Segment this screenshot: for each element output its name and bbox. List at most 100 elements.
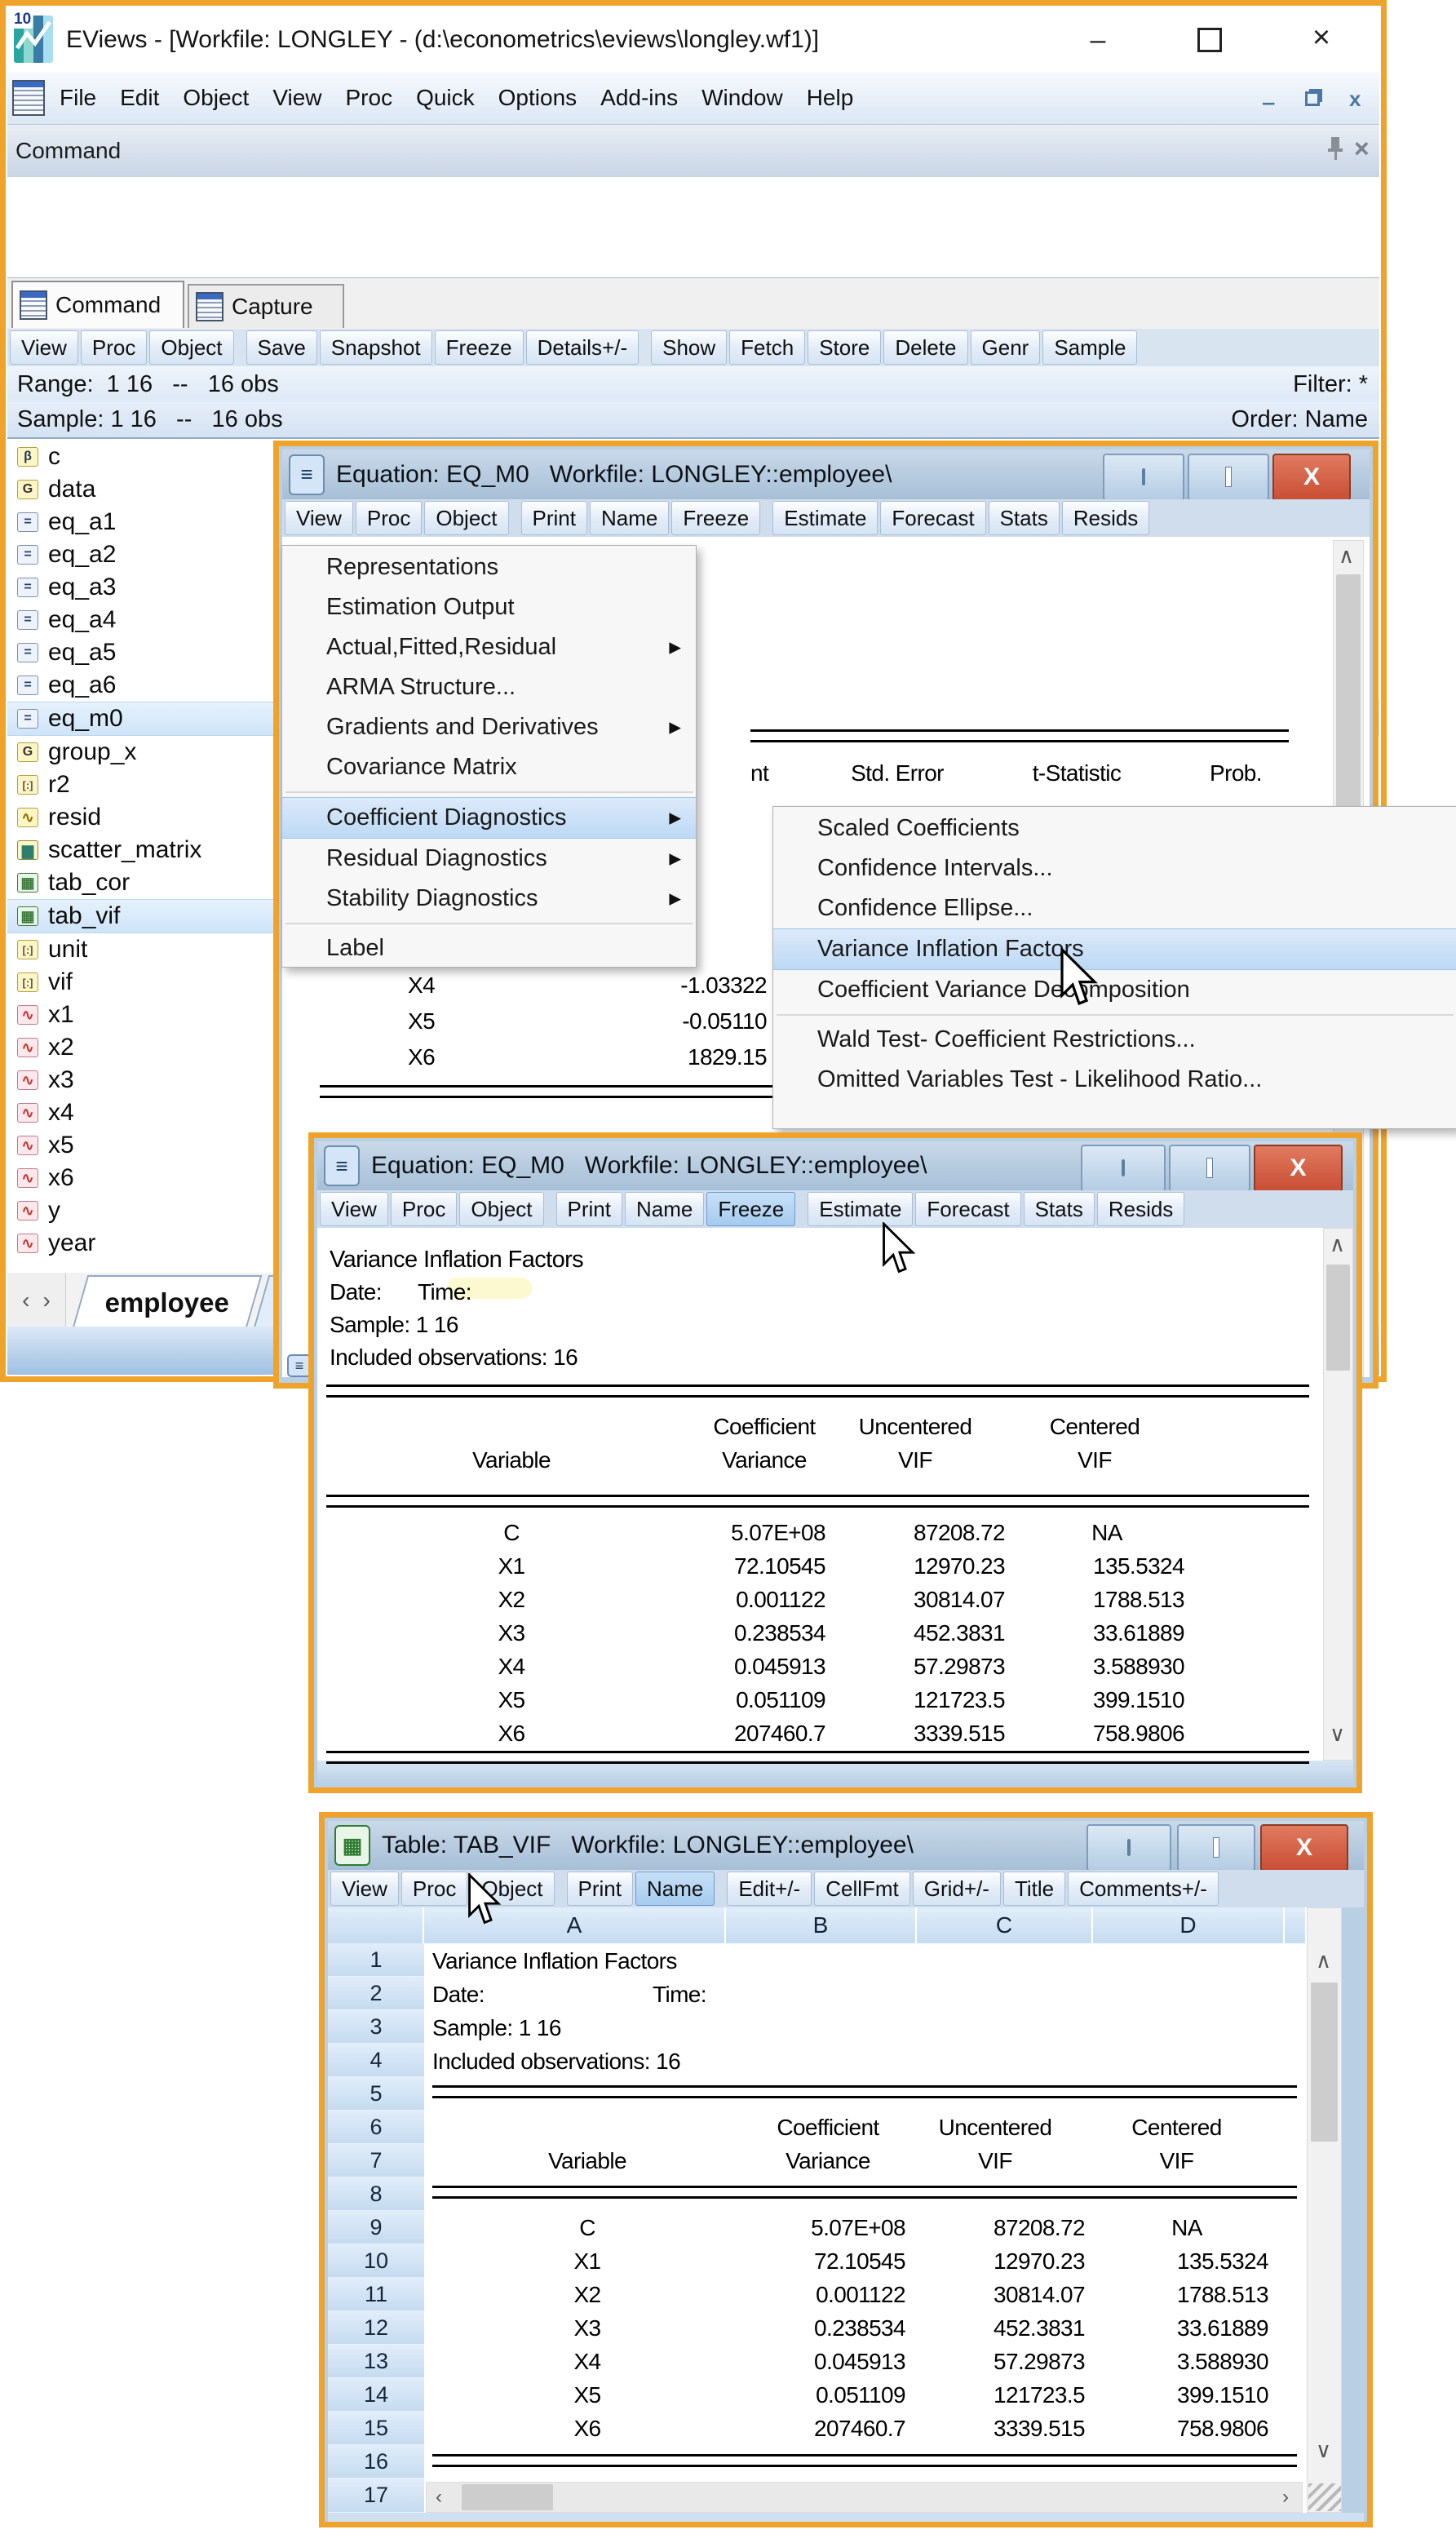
row-header-15[interactable]: 15	[328, 2412, 424, 2445]
row-header-1[interactable]: 1	[328, 1943, 424, 1977]
command-pane-close-icon[interactable]: ×	[1354, 134, 1377, 157]
eq1-view-button[interactable]: View	[285, 501, 353, 535]
table-scroll-right-icon[interactable]: ›	[1282, 2487, 1289, 2508]
submenu-item-variance-inflation-factors[interactable]: Variance Inflation Factors	[773, 928, 1456, 970]
eq1-estimate-button[interactable]: Estimate	[772, 501, 878, 535]
cell-a3[interactable]: Sample: 1 16	[432, 2015, 561, 2041]
table-maximize-button[interactable]	[1177, 1824, 1255, 1872]
table-edit-button[interactable]: Edit+/-	[727, 1872, 812, 1906]
menu-edit[interactable]: Edit	[120, 85, 159, 111]
wf-save-button[interactable]: Save	[246, 330, 317, 365]
pin-icon[interactable]	[1325, 135, 1346, 162]
row-header-5[interactable]: 5	[328, 2077, 424, 2111]
eq2-close-button[interactable]	[1254, 1145, 1343, 1192]
table-grid-button[interactable]: Grid+/-	[913, 1872, 1001, 1906]
row-header-16[interactable]: 16	[328, 2445, 424, 2479]
menubar-close-icon[interactable]: x	[1349, 86, 1369, 106]
row-header-11[interactable]: 11	[328, 2278, 424, 2311]
column-header-a[interactable]: A	[424, 1907, 726, 1943]
eq1-resids-button[interactable]: Resids	[1062, 501, 1149, 535]
eq2-estimate-button[interactable]: Estimate	[808, 1192, 913, 1226]
resize-grip[interactable]	[1308, 2483, 1341, 2511]
menu-item-residual-diagnostics[interactable]: Residual Diagnostics	[282, 839, 696, 879]
table-proc-button[interactable]: Proc	[401, 1872, 467, 1906]
table-view-button[interactable]: View	[330, 1872, 399, 1906]
eq2-print-button[interactable]: Print	[556, 1192, 622, 1226]
table-comments-button[interactable]: Comments+/-	[1068, 1872, 1219, 1906]
wf-freeze-button[interactable]: Freeze	[435, 330, 524, 365]
cell-a4[interactable]: Included observations: 16	[432, 2049, 680, 2075]
row-header-17[interactable]: 17	[328, 2479, 424, 2513]
menu-quick[interactable]: Quick	[416, 85, 475, 111]
menu-proc[interactable]: Proc	[346, 85, 393, 111]
row-header-6[interactable]: 6	[328, 2111, 424, 2144]
submenu-item-omitted-variables-test[interactable]: Omitted Variables Test - Likelihood Rati…	[773, 1060, 1456, 1100]
table-scroll-left-icon[interactable]: ‹	[436, 2487, 442, 2508]
submenu-item-scaled-coefficients[interactable]: Scaled Coefficients	[773, 808, 1456, 848]
eq2-vscroll-thumb[interactable]	[1326, 1265, 1350, 1371]
eq2-minimize-button[interactable]	[1081, 1145, 1166, 1192]
wf-details-button[interactable]: Details+/-	[526, 330, 639, 365]
menu-window[interactable]: Window	[701, 85, 783, 111]
eq1-scroll-up-icon[interactable]: ∧	[1339, 545, 1354, 566]
menu-item-arma-structure[interactable]: ARMA Structure...	[282, 667, 696, 707]
submenu-item-wald-test[interactable]: Wald Test- Coefficient Restrictions...	[773, 1020, 1456, 1060]
eq2-stats-button[interactable]: Stats	[1024, 1192, 1095, 1226]
submenu-item-confidence-intervals[interactable]: Confidence Intervals...	[773, 848, 1456, 888]
page-next-icon[interactable]: ›	[43, 1287, 51, 1314]
column-header-d[interactable]: D	[1093, 1907, 1285, 1943]
submenu-item-confidence-ellipse[interactable]: Confidence Ellipse...	[773, 888, 1456, 928]
menu-options[interactable]: Options	[498, 85, 578, 111]
row-header-3[interactable]: 3	[328, 2010, 424, 2044]
menu-item-label[interactable]: Label	[282, 928, 696, 968]
row-header-12[interactable]: 12	[328, 2311, 424, 2345]
table-name-button[interactable]: Name	[635, 1872, 715, 1906]
cell-a1[interactable]: Variance Inflation Factors	[432, 1948, 677, 1974]
menu-item-gradients-derivatives[interactable]: Gradients and Derivatives	[282, 707, 696, 747]
wf-snapshot-button[interactable]: Snapshot	[320, 330, 432, 365]
table-scroll-up-icon[interactable]: ∧	[1316, 1950, 1331, 1971]
menu-item-actual-fitted-residual[interactable]: Actual,Fitted,Residual	[282, 627, 696, 667]
eq1-object-button[interactable]: Object	[424, 501, 508, 535]
table-cellfmt-button[interactable]: CellFmt	[814, 1872, 910, 1906]
menu-file[interactable]: File	[60, 85, 96, 111]
close-button[interactable]: ×	[1305, 21, 1338, 54]
eq2-scroll-down-icon[interactable]: ∨	[1330, 1723, 1345, 1744]
menu-item-representations[interactable]: Representations	[282, 547, 696, 587]
eq2-scroll-up-icon[interactable]: ∧	[1330, 1234, 1345, 1255]
eq2-resids-button[interactable]: Resids	[1097, 1192, 1184, 1226]
row-header-9[interactable]: 9	[328, 2211, 424, 2244]
page-prev-icon[interactable]: ‹	[22, 1287, 29, 1314]
command-input-area[interactable]	[7, 177, 1379, 278]
tab-command[interactable]: Command	[11, 281, 184, 328]
eq2-view-button[interactable]: View	[320, 1192, 388, 1226]
tab-capture[interactable]: Capture	[188, 284, 344, 328]
row-header-8[interactable]: 8	[328, 2177, 424, 2211]
table-row-x5[interactable]: X50.051109121723.5399.1510	[424, 2378, 1307, 2412]
wf-delete-button[interactable]: Delete	[883, 330, 967, 365]
menu-addins[interactable]: Add-ins	[600, 85, 678, 111]
column-header-c[interactable]: C	[917, 1907, 1093, 1943]
eq1-maximize-button[interactable]	[1188, 454, 1269, 501]
table-title-button[interactable]: Title	[1003, 1872, 1065, 1906]
wf-proc-button[interactable]: Proc	[81, 330, 147, 365]
column-header-b[interactable]: B	[726, 1907, 917, 1943]
eq1-stats-button[interactable]: Stats	[989, 501, 1060, 535]
wf-fetch-button[interactable]: Fetch	[729, 330, 805, 365]
eq2-object-button[interactable]: Object	[459, 1192, 543, 1226]
eq2-maximize-button[interactable]	[1169, 1145, 1250, 1192]
eq2-freeze-button[interactable]: Freeze	[706, 1192, 795, 1226]
maximize-button[interactable]	[1197, 28, 1222, 52]
table-row-x3[interactable]: X30.238534452.383133.61889	[424, 2311, 1307, 2345]
table-row-x1[interactable]: X172.1054512970.23135.5324	[424, 2244, 1307, 2278]
cell-a2-date[interactable]: Date:	[432, 1982, 485, 2008]
wf-genr-button[interactable]: Genr	[971, 330, 1041, 365]
wf-store-button[interactable]: Store	[808, 330, 881, 365]
table-row-x4[interactable]: X40.04591357.298733.588930	[424, 2345, 1307, 2378]
eq2-proc-button[interactable]: Proc	[391, 1192, 457, 1226]
minimize-button[interactable]: –	[1077, 24, 1119, 52]
eq2-name-button[interactable]: Name	[625, 1192, 704, 1226]
page-tab-employee[interactable]: employee	[73, 1275, 263, 1328]
eq2-forecast-button[interactable]: Forecast	[915, 1192, 1020, 1226]
table-object-button[interactable]: Object	[470, 1872, 554, 1906]
